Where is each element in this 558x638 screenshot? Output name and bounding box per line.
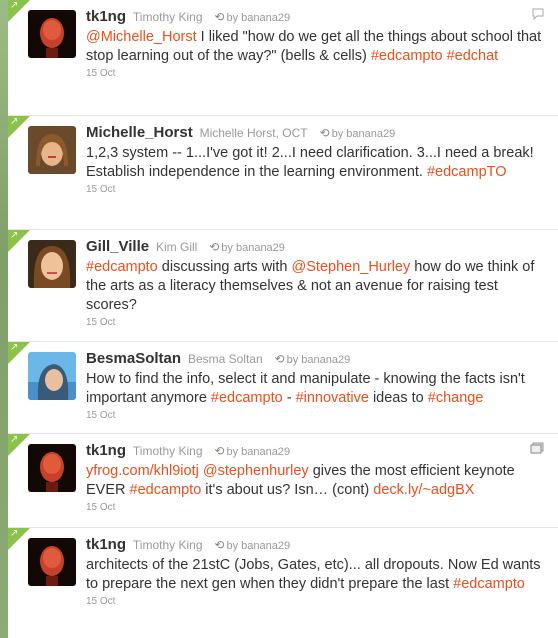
tweet-item[interactable]: ↗ Gill_Ville Kim Gill ⟲ by banana29 #edca… bbox=[8, 230, 558, 342]
tweet-link[interactable]: #edcampto bbox=[371, 48, 443, 64]
avatar[interactable] bbox=[28, 352, 76, 400]
retweet-corner-icon: ↗ bbox=[10, 434, 19, 445]
tweet-link[interactable]: #edchat bbox=[447, 48, 499, 64]
retweet-prefix: by bbox=[226, 540, 239, 552]
tweet-header: Michelle_Horst Michelle Horst, OCT ⟲ by b… bbox=[86, 123, 546, 143]
full-name: Timothy King bbox=[132, 10, 203, 24]
retweet-prefix: by bbox=[331, 128, 344, 140]
avatar[interactable] bbox=[28, 240, 76, 288]
tweet-header: BesmaSoltan Besma Soltan ⟲ by banana29 bbox=[86, 349, 546, 369]
tweet-link[interactable]: @Michelle_Horst bbox=[86, 29, 197, 45]
tweet-header: tk1ng Timothy King ⟲ by banana29 bbox=[86, 441, 546, 461]
full-name: Timothy King bbox=[132, 444, 203, 458]
retweeted-by[interactable]: banana29 bbox=[241, 540, 290, 552]
retweet-corner-icon: ↗ bbox=[10, 342, 19, 353]
tweet-link[interactable]: #change bbox=[428, 390, 484, 406]
tweet-text-segment: - bbox=[282, 390, 296, 406]
tweet-item[interactable]: ↗ tk1ng Timothy King ⟲ by banana29 yfrog.… bbox=[8, 434, 558, 528]
tweet-text: How to find the info, select it and mani… bbox=[86, 370, 546, 408]
tweet-text: architects of the 21stC (Jobs, Gates, et… bbox=[86, 556, 546, 594]
tweet-item[interactable]: ↗ BesmaSoltan Besma Soltan ⟲ by banana29 … bbox=[8, 342, 558, 434]
tweet-header: Gill_Ville Kim Gill ⟲ by banana29 bbox=[86, 237, 546, 257]
tweet-link[interactable]: #innovative bbox=[296, 390, 369, 406]
tweet-link[interactable]: #edcampto bbox=[130, 482, 202, 498]
avatar[interactable] bbox=[28, 444, 76, 492]
screen-name[interactable]: tk1ng bbox=[86, 442, 126, 459]
retweet-prefix: by bbox=[221, 242, 233, 254]
retweeted-by[interactable]: banana29 bbox=[241, 12, 290, 24]
tweet-text: @Michelle_Horst I liked "how do we get a… bbox=[86, 28, 546, 66]
tweet-link[interactable]: @Stephen_Hurley bbox=[292, 259, 411, 275]
retweeted-by[interactable]: banana29 bbox=[241, 446, 290, 458]
screen-name[interactable]: tk1ng bbox=[86, 8, 126, 25]
retweet-icon: ⟲ bbox=[274, 352, 285, 366]
retweet-icon: ⟲ bbox=[214, 444, 225, 458]
retweet-corner-icon: ↗ bbox=[10, 230, 19, 241]
tweet-text-segment: ideas to bbox=[368, 390, 428, 406]
retweet-prefix: by bbox=[286, 354, 299, 366]
tweet-item[interactable]: ↗ tk1ng Timothy King ⟲ by banana29 archit… bbox=[8, 528, 558, 638]
tweet-time[interactable]: 15 Oct bbox=[86, 317, 546, 328]
tweet-link[interactable]: deck.ly/~adgBX bbox=[373, 482, 474, 498]
avatar[interactable] bbox=[28, 538, 76, 586]
tweet-text: yfrog.com/khl9iotj @stephenhurley gives … bbox=[86, 462, 546, 500]
tweet-text-segment: discussing arts with bbox=[157, 259, 292, 275]
full-name: Timothy King bbox=[132, 538, 203, 552]
tweet-link[interactable]: #edcampTO bbox=[427, 164, 507, 180]
media-icon[interactable] bbox=[530, 442, 544, 457]
screen-name[interactable]: BesmaSoltan bbox=[86, 350, 181, 367]
full-name: Besma Soltan bbox=[187, 352, 263, 366]
tweet-link[interactable]: #edcampto bbox=[86, 259, 158, 275]
screen-name[interactable]: tk1ng bbox=[86, 536, 126, 553]
tweet-item[interactable]: ↗ Michelle_Horst Michelle Horst, OCT ⟲ by… bbox=[8, 116, 558, 230]
avatar[interactable] bbox=[28, 10, 76, 58]
retweet-icon: ⟲ bbox=[319, 126, 330, 140]
tweet-header: tk1ng Timothy King ⟲ by banana29 bbox=[86, 535, 546, 555]
full-name: Kim Gill bbox=[155, 240, 198, 254]
tweet-text-segment: it's about us? Isn… (cont) bbox=[201, 482, 374, 498]
retweet-corner-icon: ↗ bbox=[10, 116, 19, 127]
reply-bubble-icon[interactable] bbox=[532, 8, 544, 23]
retweet-icon: ⟲ bbox=[209, 240, 220, 254]
tweet-text: 1,2,3 system -- 1...I've got it! 2...I n… bbox=[86, 144, 546, 182]
tweet-link[interactable]: @stephenhurley bbox=[203, 463, 309, 479]
retweet-prefix: by bbox=[226, 446, 239, 458]
tweet-time[interactable]: 15 Oct bbox=[86, 502, 546, 513]
tweet-header: tk1ng Timothy King ⟲ by banana29 bbox=[86, 7, 546, 27]
tweet-link[interactable]: #edcampto bbox=[453, 576, 525, 592]
screen-name[interactable]: Gill_Ville bbox=[86, 238, 149, 255]
retweet-corner-icon: ↗ bbox=[10, 528, 19, 539]
retweet-icon: ⟲ bbox=[214, 10, 225, 24]
retweeted-by[interactable]: banana29 bbox=[236, 242, 285, 254]
retweet-icon: ⟲ bbox=[214, 538, 225, 552]
full-name: Michelle Horst, OCT bbox=[199, 126, 308, 140]
tweet-link[interactable]: yfrog.com/khl9iotj bbox=[86, 463, 199, 479]
retweet-prefix: by bbox=[226, 12, 239, 24]
screen-name[interactable]: Michelle_Horst bbox=[86, 124, 193, 141]
tweet-link[interactable]: #edcampto bbox=[211, 390, 283, 406]
retweeted-by[interactable]: banana29 bbox=[301, 354, 350, 366]
tweet-item[interactable]: ↗ tk1ng Timothy King ⟲ by banana29 @Miche… bbox=[8, 0, 558, 116]
tweet-time[interactable]: 15 Oct bbox=[86, 184, 546, 195]
tweet-time[interactable]: 15 Oct bbox=[86, 410, 546, 421]
tweet-stream: ↗ tk1ng Timothy King ⟲ by banana29 @Miche… bbox=[8, 0, 558, 638]
retweeted-by[interactable]: banana29 bbox=[346, 128, 395, 140]
tweet-time[interactable]: 15 Oct bbox=[86, 68, 546, 79]
tweet-text: #edcampto discussing arts with @Stephen_… bbox=[86, 258, 546, 315]
avatar[interactable] bbox=[28, 126, 76, 174]
tweet-time[interactable]: 15 Oct bbox=[86, 596, 546, 607]
retweet-corner-icon: ↗ bbox=[10, 0, 19, 11]
